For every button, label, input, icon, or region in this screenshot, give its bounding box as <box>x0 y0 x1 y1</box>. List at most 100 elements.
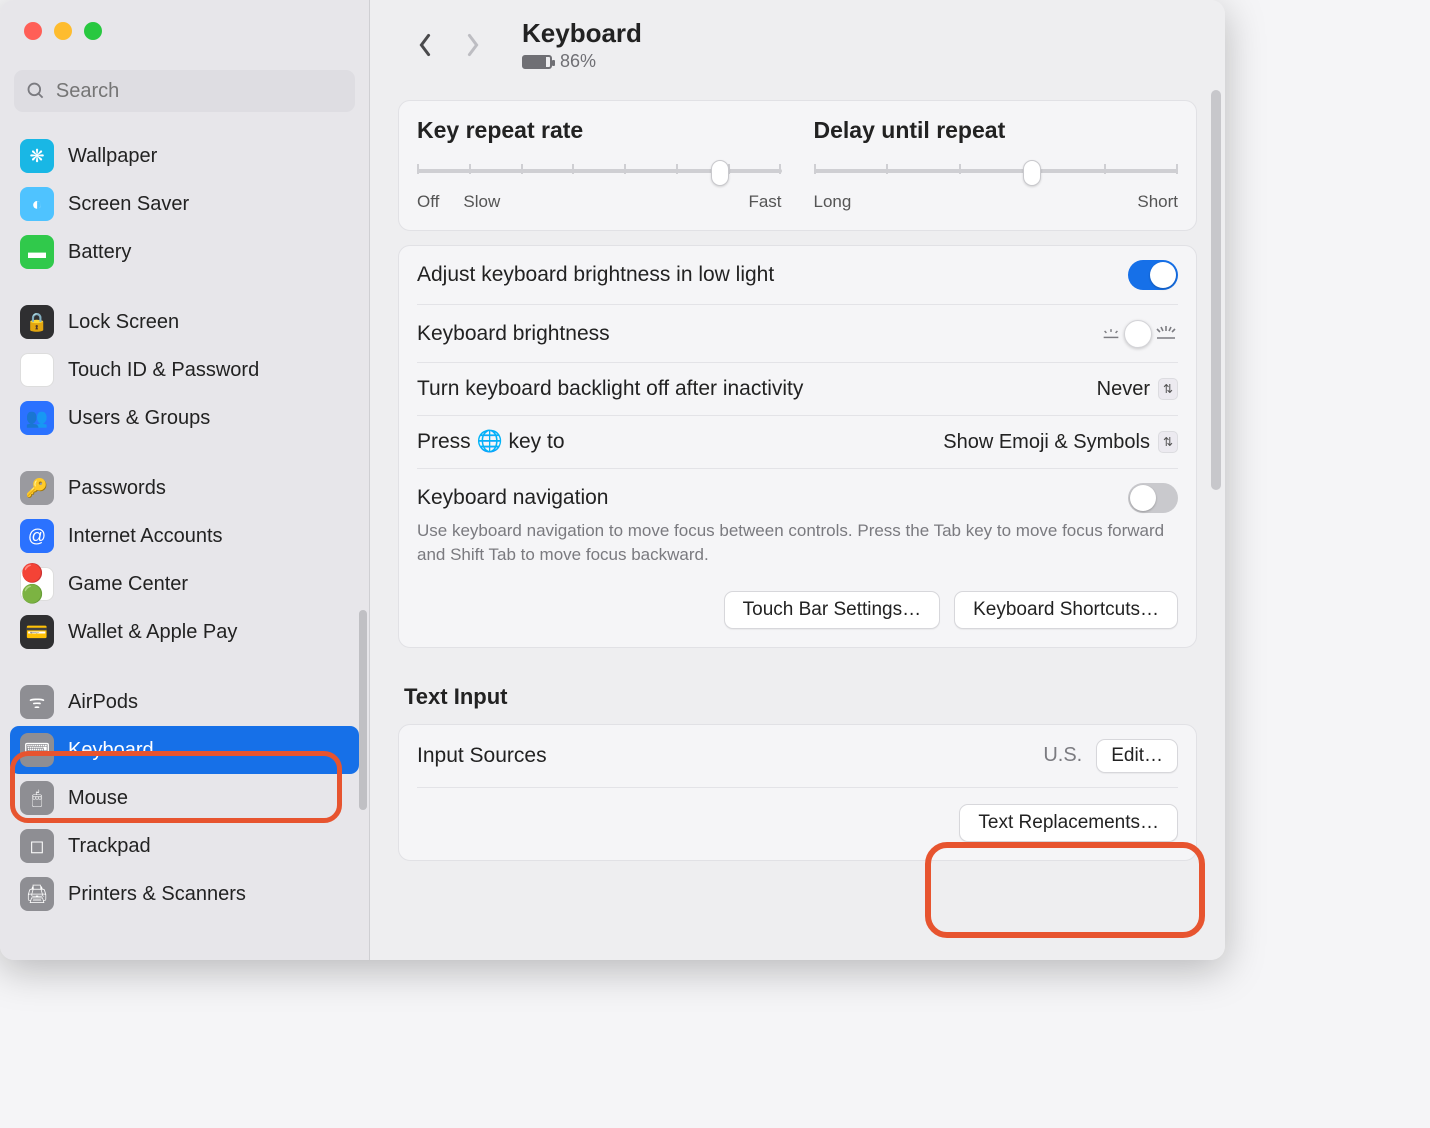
airpods-icon: ᯤ <box>20 685 54 719</box>
keyboard-navigation-label: Keyboard navigation <box>417 486 608 510</box>
sidebar-item-label: Screen Saver <box>68 193 189 216</box>
settings-window: ❋ Wallpaper ◐ Screen Saver ▬ Battery 🔒 Lock … <box>0 0 1225 960</box>
at-icon: @ <box>20 519 54 553</box>
content-header: Keyboard 86% <box>370 0 1225 86</box>
sidebar-item-label: Touch ID & Password <box>68 359 259 382</box>
sidebar-item-touch-id[interactable]: ◉ Touch ID & Password <box>10 346 359 394</box>
sidebar-item-mouse[interactable]: 🖱 Mouse <box>10 774 359 822</box>
input-sources-value: U.S. <box>1043 744 1082 767</box>
game-center-icon: 🔴🟢 <box>20 567 54 601</box>
auto-brightness-label: Adjust keyboard brightness in low light <box>417 263 774 287</box>
auto-brightness-toggle[interactable] <box>1128 260 1178 290</box>
keyboard-icon: ⌨ <box>20 733 54 767</box>
sidebar-item-keyboard[interactable]: ⌨ Keyboard <box>10 726 359 774</box>
battery-status-icon <box>522 55 552 69</box>
sidebar-scrollbar[interactable] <box>359 610 367 810</box>
input-sources-label: Input Sources <box>417 744 547 768</box>
press-globe-label: Press 🌐 key to <box>417 430 565 454</box>
slider-slow-label: Slow <box>463 192 500 212</box>
backlight-off-label: Turn keyboard backlight off after inacti… <box>417 377 803 401</box>
sidebar-item-game-center[interactable]: 🔴🟢 Game Center <box>10 560 359 608</box>
key-repeat-panel: Key repeat rate Off Slow Fast <box>398 100 1197 231</box>
battery-icon: ▬ <box>20 235 54 269</box>
sidebar-item-users-groups[interactable]: 👥 Users & Groups <box>10 394 359 442</box>
key-repeat-rate-label: Key repeat rate <box>417 117 782 144</box>
sidebar-item-label: Keyboard <box>68 739 154 762</box>
sidebar-item-internet-accounts[interactable]: @ Internet Accounts <box>10 512 359 560</box>
brightness-high-icon <box>1154 319 1178 348</box>
chevron-updown-icon: ⇅ <box>1158 431 1178 453</box>
nav-forward-button[interactable] <box>458 30 488 60</box>
trackpad-icon: ◻ <box>20 829 54 863</box>
slider-fast-label: Fast <box>748 192 781 212</box>
keyboard-brightness-label: Keyboard brightness <box>417 322 610 346</box>
screen-saver-icon: ◐ <box>20 187 54 221</box>
sidebar-item-label: Users & Groups <box>68 407 210 430</box>
page-subtitle: 86% <box>522 51 642 72</box>
keyboard-shortcuts-button[interactable]: Keyboard Shortcuts… <box>954 591 1178 629</box>
sidebar-item-wallpaper[interactable]: ❋ Wallpaper <box>10 132 359 180</box>
slider-short-label: Short <box>1137 192 1178 212</box>
delay-until-repeat-label: Delay until repeat <box>814 117 1179 144</box>
window-controls <box>0 0 369 40</box>
key-repeat-rate-slider[interactable] <box>417 154 782 188</box>
sidebar-item-label: Mouse <box>68 787 128 810</box>
wallpaper-icon: ❋ <box>20 139 54 173</box>
slider-off-label: Off <box>417 192 439 212</box>
sidebar-list: ❋ Wallpaper ◐ Screen Saver ▬ Battery 🔒 Lock … <box>0 126 369 928</box>
press-globe-value: Show Emoji & Symbols <box>943 431 1150 454</box>
brightness-low-icon <box>1100 320 1122 347</box>
lock-icon: 🔒 <box>20 305 54 339</box>
sidebar-item-wallet[interactable]: 💳 Wallet & Apple Pay <box>10 608 359 656</box>
sidebar-item-label: Internet Accounts <box>68 525 223 548</box>
sidebar-item-label: Lock Screen <box>68 311 179 334</box>
touch-bar-settings-button[interactable]: Touch Bar Settings… <box>724 591 940 629</box>
sidebar-column: ❋ Wallpaper ◐ Screen Saver ▬ Battery 🔒 Lock … <box>0 0 370 960</box>
sidebar-item-passwords[interactable]: 🔑 Passwords <box>10 464 359 512</box>
backlight-off-value: Never <box>1097 378 1150 401</box>
search-input[interactable] <box>56 80 343 103</box>
sidebar-item-label: Printers & Scanners <box>68 883 246 906</box>
content-scrollbar[interactable] <box>1211 90 1223 950</box>
keyboard-navigation-toggle[interactable] <box>1128 483 1178 513</box>
key-icon: 🔑 <box>20 471 54 505</box>
close-icon[interactable] <box>24 22 42 40</box>
sidebar-item-airpods[interactable]: ᯤ AirPods <box>10 678 359 726</box>
content-column: Keyboard 86% Key repeat rate <box>370 0 1225 960</box>
page-title: Keyboard <box>522 18 642 49</box>
sidebar-item-trackpad[interactable]: ◻ Trackpad <box>10 822 359 870</box>
printer-icon: 🖨 <box>20 877 54 911</box>
chevron-updown-icon: ⇅ <box>1158 378 1178 400</box>
sidebar-item-label: Wallpaper <box>68 145 157 168</box>
text-replacements-button[interactable]: Text Replacements… <box>959 804 1178 842</box>
sidebar-item-label: Passwords <box>68 477 166 500</box>
mouse-icon: 🖱 <box>20 781 54 815</box>
minimize-icon[interactable] <box>54 22 72 40</box>
slider-long-label: Long <box>814 192 852 212</box>
sidebar-item-battery[interactable]: ▬ Battery <box>10 228 359 276</box>
sidebar-item-label: Game Center <box>68 573 188 596</box>
sidebar-item-lock-screen[interactable]: 🔒 Lock Screen <box>10 298 359 346</box>
nav-back-button[interactable] <box>410 30 440 60</box>
edit-input-sources-button[interactable]: Edit… <box>1096 739 1178 773</box>
wallet-icon: 💳 <box>20 615 54 649</box>
text-input-panel: Input Sources U.S. Edit… Text Replacemen… <box>398 724 1197 861</box>
sidebar-item-label: Wallet & Apple Pay <box>68 621 237 644</box>
sidebar-item-printers[interactable]: 🖨 Printers & Scanners <box>10 870 359 918</box>
sidebar-item-label: AirPods <box>68 691 138 714</box>
search-field[interactable] <box>14 70 355 112</box>
maximize-icon[interactable] <box>84 22 102 40</box>
fingerprint-icon: ◉ <box>20 353 54 387</box>
sidebar-item-label: Battery <box>68 241 131 264</box>
keyboard-options-panel: Adjust keyboard brightness in low light … <box>398 245 1197 648</box>
delay-until-repeat-slider[interactable] <box>814 154 1179 188</box>
press-globe-popup[interactable]: Show Emoji & Symbols ⇅ <box>943 431 1178 454</box>
sidebar-item-screen-saver[interactable]: ◐ Screen Saver <box>10 180 359 228</box>
users-icon: 👥 <box>20 401 54 435</box>
battery-percent: 86% <box>560 51 596 72</box>
text-input-heading: Text Input <box>404 684 1191 710</box>
search-icon <box>26 80 46 102</box>
keyboard-navigation-description: Use keyboard navigation to move focus be… <box>399 517 1196 581</box>
sidebar-item-label: Trackpad <box>68 835 151 858</box>
backlight-off-popup[interactable]: Never ⇅ <box>1097 378 1178 401</box>
